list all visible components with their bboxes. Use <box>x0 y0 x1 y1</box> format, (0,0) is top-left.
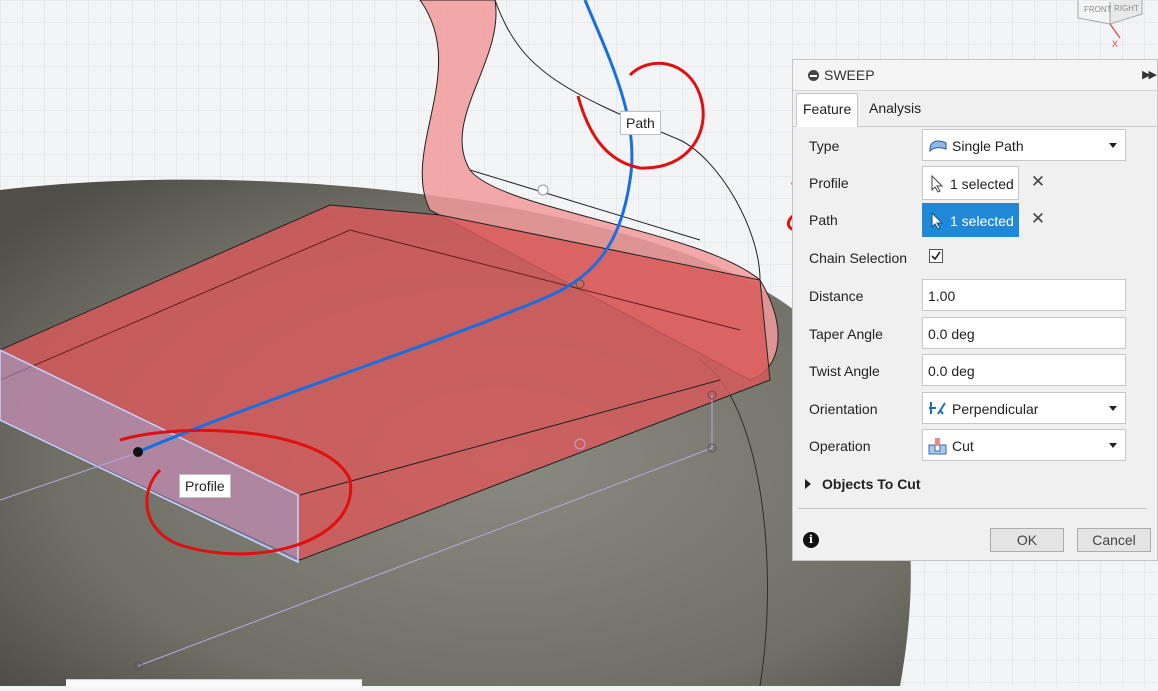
profile-row: Profile 1 selected ✕ <box>793 166 1157 200</box>
distance-value: 1.00 <box>928 288 956 304</box>
cancel-button[interactable]: Cancel <box>1077 528 1151 552</box>
dialog-tabs: Feature Analysis <box>793 91 1157 127</box>
profile-tag: Profile <box>179 474 231 498</box>
perpendicular-icon <box>928 400 948 418</box>
path-tag: Path <box>620 111 661 135</box>
path-start-point[interactable] <box>133 447 143 457</box>
orientation-value: Perpendicular <box>952 401 1039 417</box>
double-chevron-right-icon[interactable]: ▶▶ <box>1142 68 1157 81</box>
twist-angle-input[interactable]: 0.0 deg <box>922 354 1126 386</box>
viewcube-axis-x: X <box>1112 39 1118 49</box>
chain-selection-label: Chain Selection <box>809 250 908 266</box>
tab-analysis[interactable]: Analysis <box>863 93 927 124</box>
taper-angle-input[interactable]: 0.0 deg <box>922 317 1126 349</box>
chevron-down-icon <box>1109 443 1117 448</box>
chain-selection-row: Chain Selection <box>793 241 1157 275</box>
profile-label: Profile <box>809 175 849 191</box>
taper-angle-value: 0.0 deg <box>928 326 975 342</box>
viewcube-right-label: RIGHT <box>1114 4 1139 13</box>
clear-profile-icon[interactable]: ✕ <box>1029 173 1047 191</box>
dialog-header[interactable]: SWEEP ▶▶ <box>793 60 1157 91</box>
cut-icon <box>928 437 948 455</box>
chevron-right-icon <box>805 479 811 489</box>
operation-label: Operation <box>809 438 871 454</box>
minimize-icon[interactable] <box>808 70 819 81</box>
objects-to-cut-label: Objects To Cut <box>822 476 921 492</box>
type-label: Type <box>809 138 840 154</box>
type-value: Single Path <box>952 138 1024 154</box>
operation-value: Cut <box>952 438 974 454</box>
twist-angle-row: Twist Angle 0.0 deg <box>793 354 1157 388</box>
objects-to-cut-section[interactable]: Objects To Cut <box>805 476 921 492</box>
operation-dropdown[interactable]: Cut <box>922 429 1126 461</box>
type-row: Type Single Path <box>793 129 1157 163</box>
distance-label: Distance <box>809 288 864 304</box>
tab-feature[interactable]: Feature <box>796 93 859 127</box>
orientation-row: Orientation Perpendicular <box>793 392 1157 426</box>
clear-path-icon[interactable]: ✕ <box>1029 210 1047 228</box>
single-path-icon <box>928 137 948 155</box>
path-label: Path <box>809 212 838 228</box>
sketch-point[interactable] <box>537 184 549 196</box>
chevron-down-icon <box>1109 143 1117 148</box>
type-dropdown[interactable]: Single Path <box>922 129 1126 161</box>
cursor-arrow-icon <box>930 211 944 230</box>
orientation-label: Orientation <box>809 401 878 417</box>
dialog-title: SWEEP <box>824 67 875 83</box>
info-icon[interactable]: i <box>803 532 819 548</box>
sweep-dialog: SWEEP ▶▶ Feature Analysis Type Single Pa… <box>792 59 1158 561</box>
taper-angle-label: Taper Angle <box>809 326 883 342</box>
distance-input[interactable]: 1.00 <box>922 279 1126 311</box>
profile-selector[interactable]: 1 selected <box>922 166 1019 200</box>
chevron-down-icon <box>1109 406 1117 411</box>
orientation-dropdown[interactable]: Perpendicular <box>922 392 1126 424</box>
path-value: 1 selected <box>950 213 1014 229</box>
operation-row: Operation Cut <box>793 429 1157 463</box>
path-row: Path 1 selected ✕ <box>793 203 1157 237</box>
viewcube-front-label: FRONT <box>1084 5 1112 14</box>
twist-angle-label: Twist Angle <box>809 363 880 379</box>
view-cube[interactable]: FRONT RIGHT X <box>1070 0 1158 50</box>
path-selector[interactable]: 1 selected <box>922 203 1019 237</box>
ok-button[interactable]: OK <box>990 528 1064 552</box>
distance-row: Distance 1.00 <box>793 279 1157 313</box>
taper-angle-row: Taper Angle 0.0 deg <box>793 317 1157 351</box>
profile-value: 1 selected <box>950 176 1014 192</box>
chain-selection-checkbox[interactable] <box>929 249 943 263</box>
cursor-arrow-icon <box>930 174 944 193</box>
section-divider <box>798 508 1147 509</box>
twist-angle-value: 0.0 deg <box>928 363 975 379</box>
